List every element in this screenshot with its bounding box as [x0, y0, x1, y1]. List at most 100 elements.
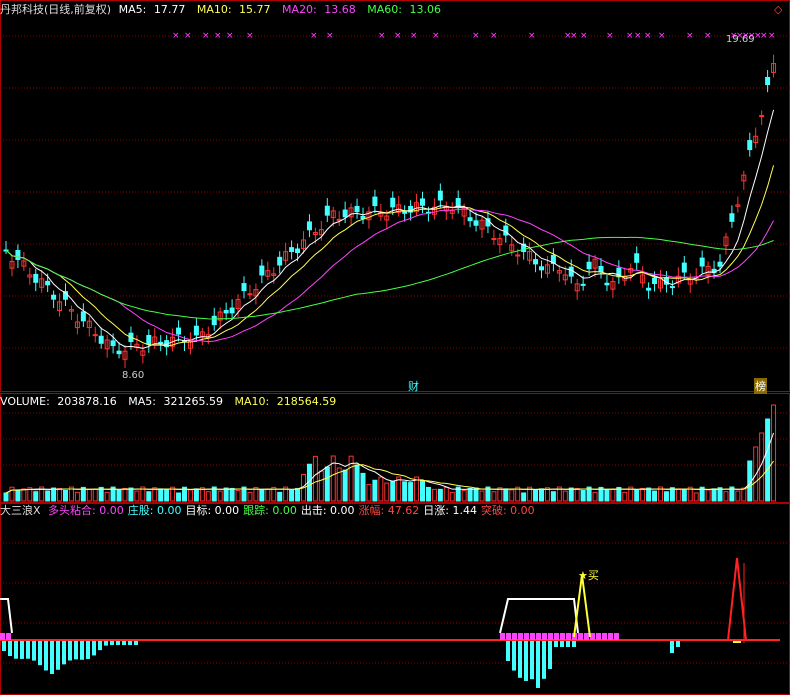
candle-body [765, 76, 771, 86]
volume-bar [57, 487, 63, 502]
magenta-bar [500, 633, 505, 640]
histogram-bar [32, 641, 36, 661]
candle-body [681, 262, 687, 273]
magenta-bar [602, 633, 607, 640]
candle-body [295, 248, 301, 253]
cai-marker[interactable]: 财 [408, 378, 419, 394]
candle-body [211, 315, 217, 326]
price-border [0, 0, 790, 392]
signal-marker: × [246, 31, 254, 41]
candle-body [45, 280, 51, 286]
signal-marker: × [768, 31, 776, 41]
candle-body [158, 341, 164, 344]
ma5-line [5, 109, 775, 349]
indicator-border [0, 503, 790, 695]
candle-body [669, 286, 675, 289]
magenta-bar [614, 633, 619, 640]
histogram-bar [560, 641, 564, 647]
signal-marker: × [634, 31, 642, 41]
volume-bar [45, 490, 51, 502]
volume-bar [378, 476, 384, 502]
histogram-bar [542, 641, 546, 679]
candle-body [646, 287, 652, 291]
volume-bar [3, 492, 9, 502]
signal-marker: × [490, 31, 498, 41]
volume-bar [176, 492, 182, 502]
magenta-bar [608, 633, 613, 640]
volume-bar [92, 488, 98, 502]
magenta-bar [6, 633, 11, 640]
price-legend: 丹邦科技(日线,前复权) MA5: 17.77 MA10: 15.77 MA20… [0, 2, 449, 18]
candle-body [80, 311, 86, 322]
volume-bar [21, 488, 27, 502]
volume-bar [741, 487, 747, 502]
volume-bar [574, 487, 580, 502]
high-price-label: 19.69 [726, 34, 755, 45]
indicator-item-7: 突破: 0.00 [480, 504, 535, 517]
vol-ma10-label: MA10: 218564.59 [234, 395, 337, 408]
candle-body [116, 350, 122, 355]
volume-bar [533, 489, 539, 502]
candle-body [533, 259, 539, 265]
candle-body [223, 309, 229, 314]
candle-body [324, 205, 330, 216]
histogram-bar [566, 641, 570, 647]
volume-bar [312, 455, 318, 502]
histogram-bar [68, 641, 72, 661]
volume-bar [562, 490, 568, 502]
signal-marker: × [570, 31, 578, 41]
histogram-bar [8, 641, 12, 657]
bang-marker[interactable]: 榜 [754, 378, 767, 394]
ma10-label: MA10: 15.77 [196, 3, 271, 16]
candle-body [586, 261, 592, 270]
indicator-chart[interactable] [0, 503, 790, 695]
candle-body [193, 325, 199, 336]
signal-marker: × [310, 31, 318, 41]
signal-marker: × [528, 31, 536, 41]
volume-bar [735, 490, 741, 502]
volume-bar [366, 483, 372, 502]
volume-bar [723, 491, 729, 502]
volume-bar [116, 489, 122, 502]
indicator-name[interactable]: 大三浪X [0, 504, 41, 517]
indicator-item-1: 庄股: 0.00 [127, 504, 182, 517]
stock-title: 丹邦科技(日线,前复权) [0, 3, 112, 16]
volume-panel[interactable]: VOLUME: 203878.16 MA5: 321265.59 MA10: 2… [0, 393, 790, 503]
signal-marker: × [432, 31, 440, 41]
histogram-bar [572, 641, 576, 647]
diamond-icon[interactable]: ◇ [774, 3, 782, 16]
candle-body [241, 283, 247, 292]
volume-bar [187, 489, 193, 502]
histogram-bar [98, 641, 102, 651]
ma10-line [5, 165, 775, 347]
indicator-item-3: 跟踪: 0.00 [243, 504, 297, 517]
histogram-bar [670, 641, 674, 653]
candle-body [402, 211, 408, 214]
volume-bar [652, 490, 658, 502]
volume-bar [771, 404, 777, 502]
volume-bar [669, 487, 675, 502]
histogram-bar [50, 641, 54, 674]
histogram-bar [524, 641, 528, 681]
candle-body [604, 282, 610, 286]
volume-bar [408, 482, 414, 502]
histogram-bar [128, 641, 132, 645]
price-chart[interactable]: × × × × × × × × × × × × × × × ×× × × × × × × × × ×××××× × [0, 0, 790, 392]
signal-marker: × [202, 31, 210, 41]
indicator-panel[interactable]: 大三浪X 多头粘合: 0.00 庄股: 0.00 目标: 0.00 跟踪: 0.00 出… [0, 503, 790, 695]
candle-body [652, 277, 658, 284]
candle-body [342, 209, 348, 218]
candle-body [455, 198, 461, 208]
price-panel[interactable]: × × × × × × × × × × × × × × × × × × × × × × × × × × × × × × × × 丹邦科技(日线… [0, 0, 790, 394]
indicator-item-2: 目标: 0.00 [185, 504, 240, 517]
volume-bar [33, 491, 39, 502]
signal-marker: × [686, 31, 694, 41]
volume-bar [675, 488, 681, 502]
volume-bar [360, 472, 366, 502]
volume-bar [610, 488, 616, 502]
magenta-bar [536, 633, 541, 640]
volume-bar [158, 488, 164, 502]
signal-marker: × [214, 31, 222, 41]
breakout-spike [727, 557, 747, 641]
volume-bar [622, 491, 628, 502]
